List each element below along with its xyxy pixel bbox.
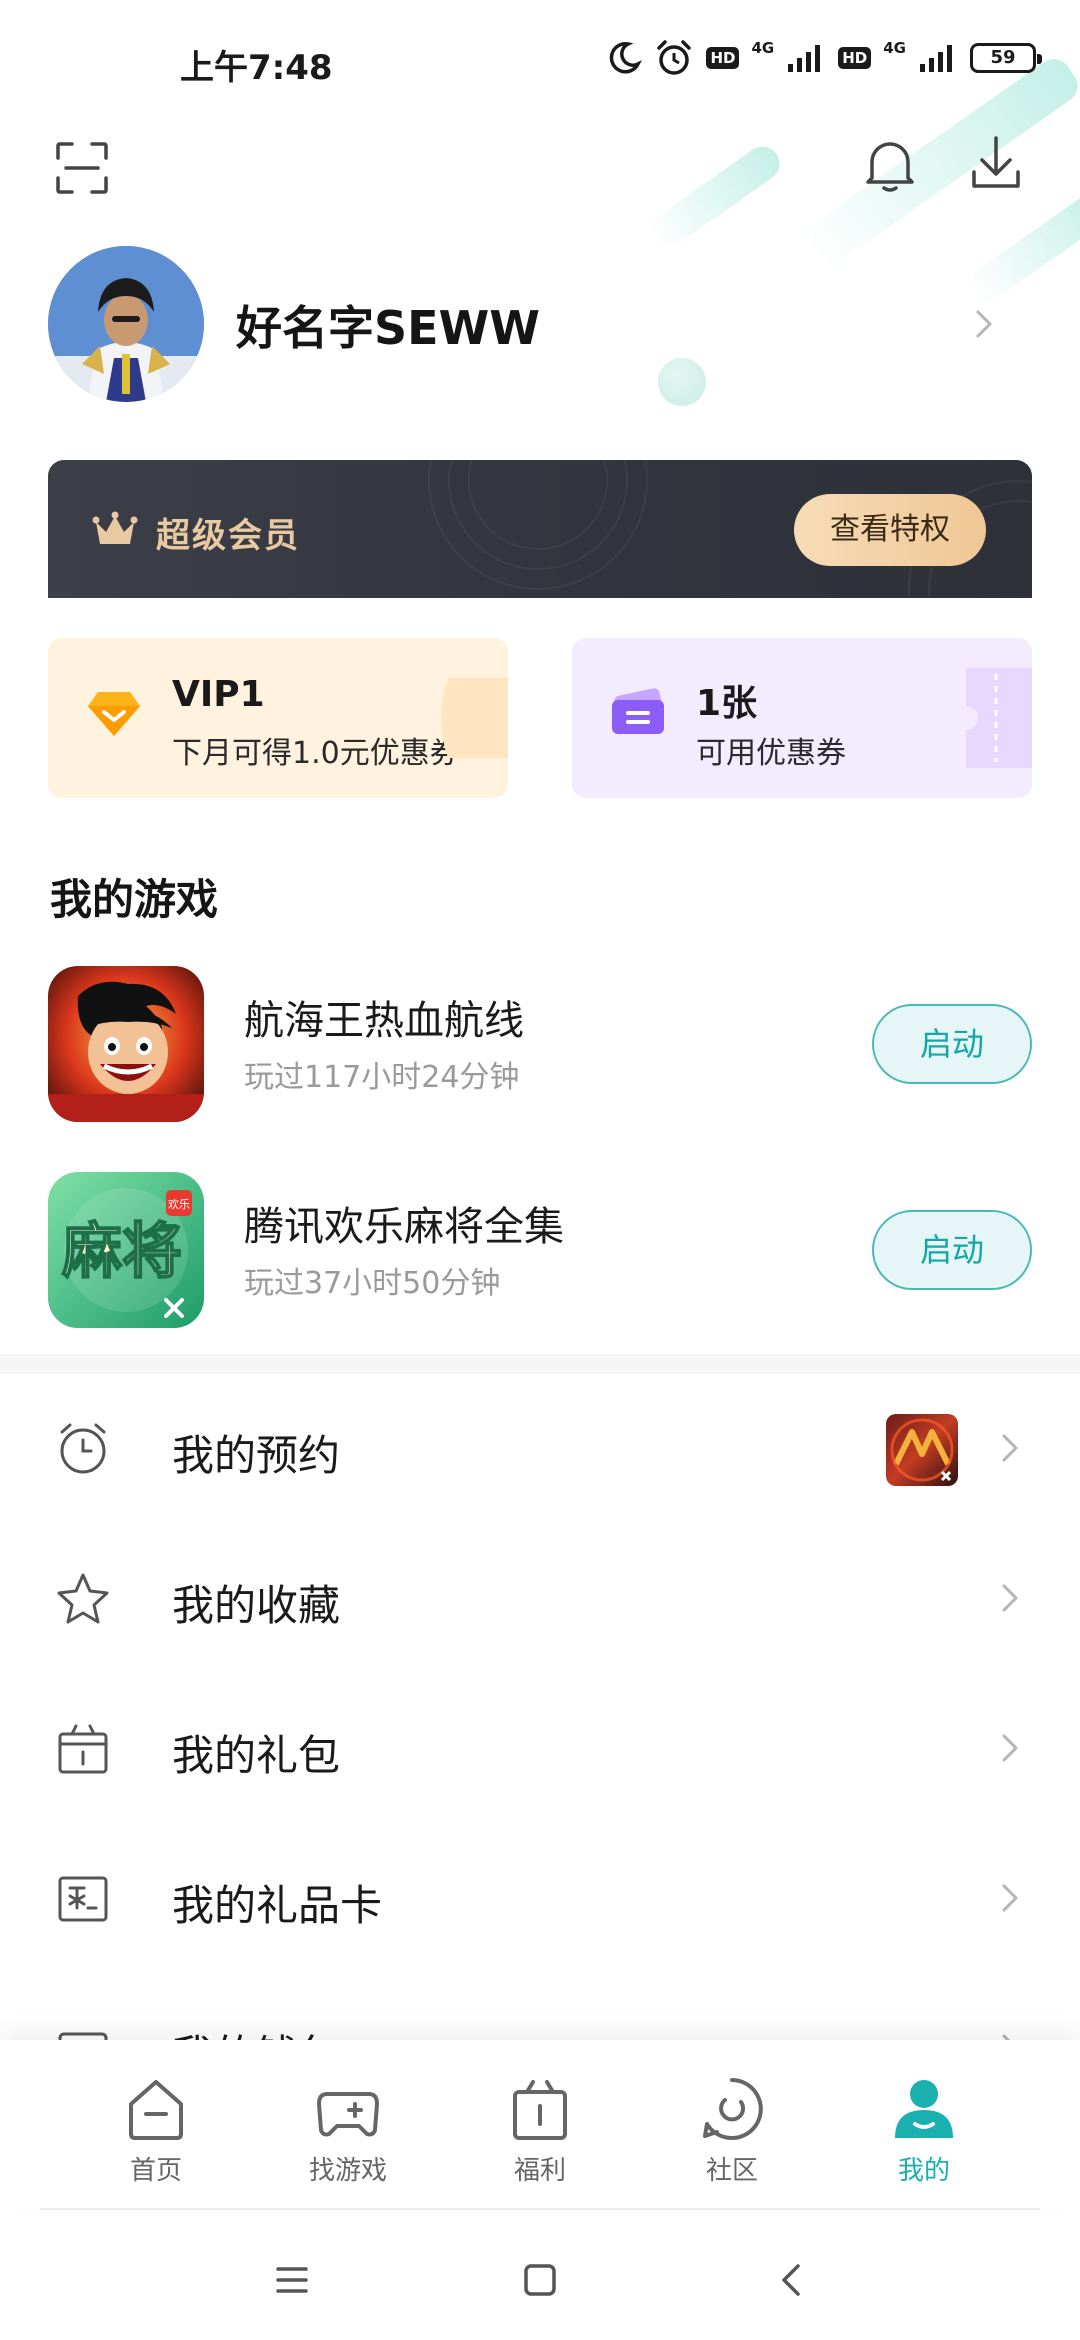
download-button[interactable] [968,134,1024,196]
game-row[interactable]: 航海王热血航线 玩过117小时24分钟 启动 [0,966,1080,1126]
coupon-count: 1张 [696,683,758,724]
my-games-title: 我的游戏 [50,875,219,924]
menu-item-reservations[interactable]: 我的预约 [0,1374,1080,1524]
main-content: VIP1 下月可得1.0元优惠券 1张 可用优惠券 我的游戏 航海王热血航线 玩… [0,598,1080,2080]
game-row[interactable]: 麻将 欢乐 腾讯欢乐麻将全集 玩过37小时50分钟 启动 [0,1172,1080,1332]
vip-level-label: VIP1 [172,674,265,715]
reserved-game-thumbnail [886,1414,958,1486]
menu-label: 我的预约 [172,1431,341,1480]
decorative-dot [658,358,706,406]
gamepad-icon [317,2092,379,2137]
avatar[interactable] [48,246,204,402]
notification-button[interactable] [862,134,918,196]
star-icon [54,1570,112,1628]
view-privileges-button[interactable]: 查看特权 [794,494,986,566]
menu-label: 我的礼品卡 [172,1881,383,1930]
nav-home[interactable]: 首页 [86,2074,226,2194]
moon-icon [606,40,643,76]
nav-welfare[interactable]: 福利 [470,2074,610,2194]
crown-icon [92,510,138,554]
mahjong-game-icon[interactable]: 麻将 欢乐 [48,1172,204,1328]
ticket-icon [608,682,668,742]
nav-label: 找游戏 [308,2156,387,2186]
diamond-icon [84,682,144,742]
gift-box-icon [54,1720,112,1778]
home-square-icon[interactable] [520,2260,560,2300]
chevron-right-icon [1000,1732,1020,1768]
super-member-banner[interactable]: 超级会员 查看特权 [48,460,1032,610]
game-name: 腾讯欢乐麻将全集 [244,1204,564,1250]
hd-badge: HD [838,47,872,69]
nav-label: 社区 [705,2156,758,2186]
username[interactable]: 好名字SEWW [236,292,540,358]
status-icons: HD 4G HD 4G 59 [606,38,1042,78]
network-type-label: 4G [883,39,906,57]
game-playtime: 玩过117小时24分钟 [244,1060,520,1095]
signal-icon [786,42,826,74]
launch-button[interactable]: 启动 [872,1210,1032,1290]
mahjong-logo-text: 麻将 [62,1217,182,1287]
status-bar: 上午7:48 HD 4G HD 4G 59 [0,28,1080,88]
nav-label: 我的 [897,2156,950,2186]
section-divider [0,1354,1080,1374]
menu-icon[interactable] [272,2260,312,2300]
game-name: 航海王热血航线 [244,998,524,1044]
download-icon [972,136,1020,188]
super-member-title: 超级会员 [156,516,300,556]
bell-icon [866,142,914,192]
coupon-label: 可用优惠券 [696,736,846,771]
nav-label: 福利 [513,2156,566,2186]
hd-badge: HD [706,47,740,69]
decorative-stripe [964,187,1080,307]
scan-button[interactable] [54,140,110,196]
card-decoration [952,668,1032,768]
network-type-label: 4G [751,39,775,57]
community-icon [703,2078,763,2140]
profile-icon [895,2080,953,2138]
bottom-navigation: 首页 找游戏 福利 社区 我的 [0,2040,1080,2210]
menu-item-favorites[interactable]: 我的收藏 [0,1524,1080,1674]
gift-icon [513,2080,567,2140]
alarm-clock-icon [54,1420,112,1478]
chevron-right-icon [1000,1882,1020,1918]
battery-indicator: 59 [970,43,1042,73]
chevron-right-icon[interactable] [974,308,994,344]
chevron-right-icon [1000,1582,1020,1618]
one-piece-game-icon[interactable] [48,966,204,1122]
signal-icon [918,42,958,74]
nav-label: 首页 [129,2156,182,2186]
nav-find-games[interactable]: 找游戏 [278,2074,418,2194]
menu-label: 我的礼包 [172,1731,341,1780]
profile-header: 上午7:48 HD 4G HD 4G 59 好名字SEWW 超级会员 查看特权 [0,0,1080,620]
status-time: 上午7:48 [180,48,333,88]
scan-icon [56,142,108,194]
nav-community[interactable]: 社区 [662,2074,802,2194]
home-icon [129,2080,183,2140]
launch-button[interactable]: 启动 [872,1004,1032,1084]
coupon-card[interactable]: 1张 可用优惠券 [572,638,1032,798]
chevron-right-icon [1000,1432,1020,1468]
nav-me[interactable]: 我的 [854,2074,994,2194]
menu-label: 我的收藏 [172,1581,341,1630]
nav-divider [40,2208,1040,2210]
mahjong-badge-text: 欢乐 [168,1197,190,1211]
back-icon[interactable] [772,2260,812,2300]
menu-item-gift-cards[interactable]: 我的礼品卡 [0,1824,1080,1974]
alarm-icon [654,38,694,78]
vip-level-card[interactable]: VIP1 下月可得1.0元优惠券 [48,638,508,798]
vip-coupon-info: 下月可得1.0元优惠券 [172,736,460,771]
system-navigation-bar [0,2212,1080,2340]
decorative-stripe [643,140,787,254]
game-playtime: 玩过37小时50分钟 [244,1266,501,1301]
menu-item-gift-packs[interactable]: 我的礼包 [0,1674,1080,1824]
card-decoration [428,668,508,768]
gift-card-icon [54,1870,112,1928]
avatar-image [48,246,204,402]
